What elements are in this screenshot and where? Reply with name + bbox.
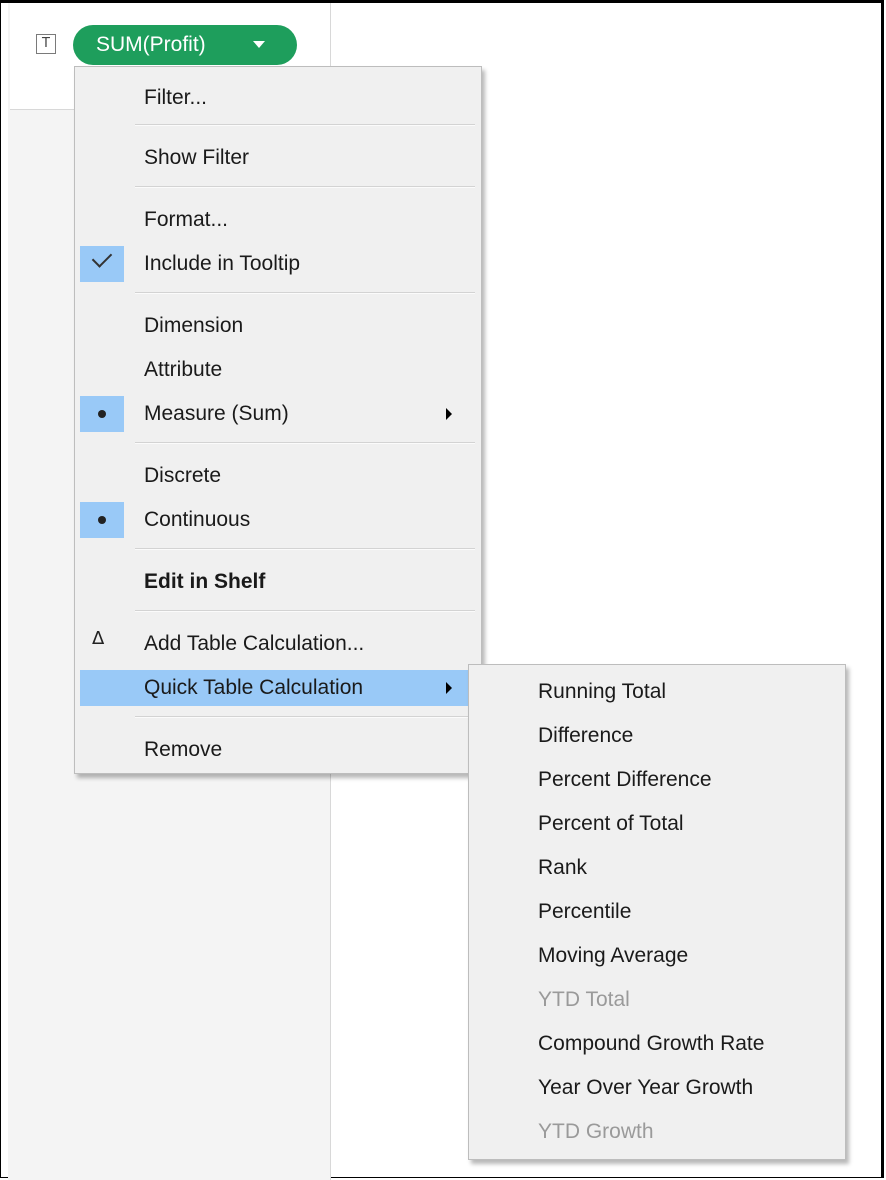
menu-item-remove[interactable]: Remove xyxy=(80,732,476,768)
bullet-icon xyxy=(98,516,106,524)
submenu-item-percentile[interactable]: Percentile xyxy=(469,895,845,931)
menu-item-show-filter[interactable]: Show Filter xyxy=(80,140,476,176)
submenu-item-label: Year Over Year Growth xyxy=(538,1076,754,1099)
menu-item-label: Attribute xyxy=(144,358,223,381)
submenu-item-label: YTD Total xyxy=(538,988,630,1011)
submenu-item-compound-growth-rate[interactable]: Compound Growth Rate xyxy=(469,1027,845,1063)
menu-item-label: Add Table Calculation... xyxy=(144,632,365,655)
checkmark-gutter xyxy=(80,246,124,282)
menu-item-continuous[interactable]: Continuous xyxy=(80,502,476,538)
menu-item-attribute[interactable]: Attribute xyxy=(80,352,476,388)
submenu-item-label: Difference xyxy=(538,724,634,747)
submenu-item-rank[interactable]: Rank xyxy=(469,851,845,887)
bullet-icon xyxy=(98,410,106,418)
context-menu: Filter... Show Filter Format... Include … xyxy=(74,66,482,774)
submenu-item-ytd-total: YTD Total xyxy=(469,983,845,1019)
submenu-arrow-icon xyxy=(446,408,452,420)
radio-gutter xyxy=(80,396,124,432)
menu-item-label: Edit in Shelf xyxy=(144,570,266,593)
menu-separator xyxy=(135,442,475,444)
submenu-item-percent-difference[interactable]: Percent Difference xyxy=(469,763,845,799)
radio-gutter xyxy=(80,502,124,538)
menu-item-edit-in-shelf[interactable]: Edit in Shelf xyxy=(80,564,476,600)
submenu-item-label: Percent Difference xyxy=(538,768,712,791)
menu-item-label: Remove xyxy=(144,738,223,761)
submenu-item-label: Compound Growth Rate xyxy=(538,1032,765,1055)
pill-label: SUM(Profit) xyxy=(96,33,206,56)
quick-table-calculation-submenu: Running Total Difference Percent Differe… xyxy=(468,664,846,1160)
submenu-item-label: Percentile xyxy=(538,900,632,923)
sum-profit-pill[interactable]: SUM(Profit) xyxy=(73,25,297,65)
menu-item-dimension[interactable]: Dimension xyxy=(80,308,476,344)
submenu-item-label: YTD Growth xyxy=(538,1120,654,1143)
menu-item-label: Dimension xyxy=(144,314,244,337)
menu-item-quick-table-calculation[interactable]: Quick Table Calculation xyxy=(80,670,476,706)
menu-item-discrete[interactable]: Discrete xyxy=(80,458,476,494)
menu-item-label: Format... xyxy=(144,208,229,231)
submenu-item-label: Running Total xyxy=(538,680,667,703)
menu-separator xyxy=(135,124,475,126)
submenu-arrow-icon xyxy=(446,682,452,694)
submenu-item-year-over-year-growth[interactable]: Year Over Year Growth xyxy=(469,1071,845,1107)
menu-item-label: Quick Table Calculation xyxy=(144,676,364,699)
menu-item-include-in-tooltip[interactable]: Include in Tooltip xyxy=(80,246,476,282)
menu-item-label: Filter... xyxy=(144,86,208,109)
submenu-item-difference[interactable]: Difference xyxy=(469,719,845,755)
checkmark-icon xyxy=(91,247,113,268)
menu-item-label: Show Filter xyxy=(144,146,250,169)
menu-item-add-table-calculation[interactable]: Δ Add Table Calculation... xyxy=(80,626,476,662)
delta-icon: Δ xyxy=(92,628,105,649)
menu-separator xyxy=(135,548,475,550)
menu-item-label: Continuous xyxy=(144,508,251,531)
menu-separator xyxy=(135,292,475,294)
menu-item-label: Include in Tooltip xyxy=(144,252,301,275)
menu-separator xyxy=(135,186,475,188)
submenu-item-ytd-growth: YTD Growth xyxy=(469,1115,845,1151)
submenu-item-moving-average[interactable]: Moving Average xyxy=(469,939,845,975)
submenu-item-label: Rank xyxy=(538,856,588,879)
submenu-item-label: Percent of Total xyxy=(538,812,684,835)
menu-item-format[interactable]: Format... xyxy=(80,202,476,238)
submenu-item-label: Moving Average xyxy=(538,944,689,967)
menu-item-filter[interactable]: Filter... xyxy=(80,80,476,116)
submenu-item-running-total[interactable]: Running Total xyxy=(469,675,845,711)
menu-separator xyxy=(135,716,475,718)
submenu-item-percent-of-total[interactable]: Percent of Total xyxy=(469,807,845,843)
menu-item-label: Measure (Sum) xyxy=(144,402,289,425)
menu-separator xyxy=(135,610,475,612)
caret-down-icon[interactable] xyxy=(253,41,265,48)
menu-item-measure[interactable]: Measure (Sum) xyxy=(80,396,476,432)
text-mark-icon[interactable]: T xyxy=(36,34,56,54)
menu-item-label: Discrete xyxy=(144,464,222,487)
